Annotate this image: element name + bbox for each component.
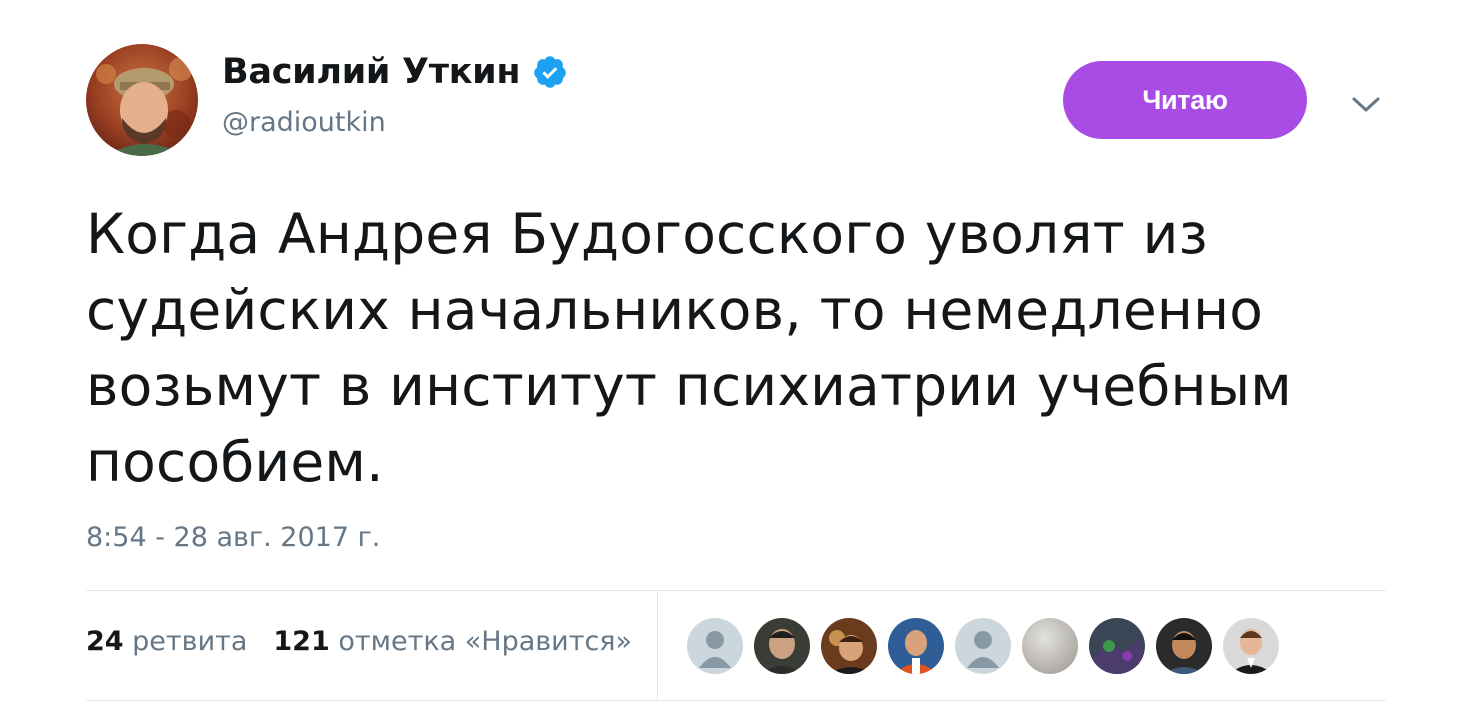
retweets-stat[interactable]: 24 ретвита [86,626,247,657]
chevron-down-icon[interactable] [1346,84,1386,124]
liker-avatar[interactable] [888,618,944,674]
liker-avatar[interactable] [1089,618,1145,674]
stats-divider-bottom [86,700,1386,701]
likes-label: отметка «Нравится» [338,626,633,657]
following-button[interactable]: Читаю [1063,61,1307,139]
liker-avatar[interactable] [1223,618,1279,674]
author-display-name[interactable]: Василий Уткин [222,52,568,92]
liker-avatar[interactable] [754,618,810,674]
liker-avatar-default[interactable] [955,618,1011,674]
likes-stat[interactable]: 121 отметка «Нравится» [273,626,632,657]
retweets-label: ретвита [132,626,248,657]
display-name-text: Василий Уткин [222,52,521,92]
author-avatar[interactable] [86,44,198,156]
tweet-timestamp[interactable]: 8:54 - 28 авг. 2017 г. [86,522,380,553]
retweets-count: 24 [86,626,124,657]
author-handle[interactable]: @radioutkin [222,107,386,138]
tweet-card: Василий Уткин @radioutkin Читаю Когда Ан… [0,0,1460,717]
tweet-stats: 24 ретвита 121 отметка «Нравится» [86,626,658,657]
liker-avatar[interactable] [1156,618,1212,674]
liker-avatar[interactable] [1022,618,1078,674]
likes-count: 121 [273,626,330,657]
stats-divider-top [86,590,1386,591]
likers-avatars [687,618,1290,674]
liker-avatar[interactable] [821,618,877,674]
verified-badge-icon [532,54,568,90]
tweet-text: Когда Андрея Будогосского уволят из суде… [86,202,1292,494]
liker-avatar-default[interactable] [687,618,743,674]
